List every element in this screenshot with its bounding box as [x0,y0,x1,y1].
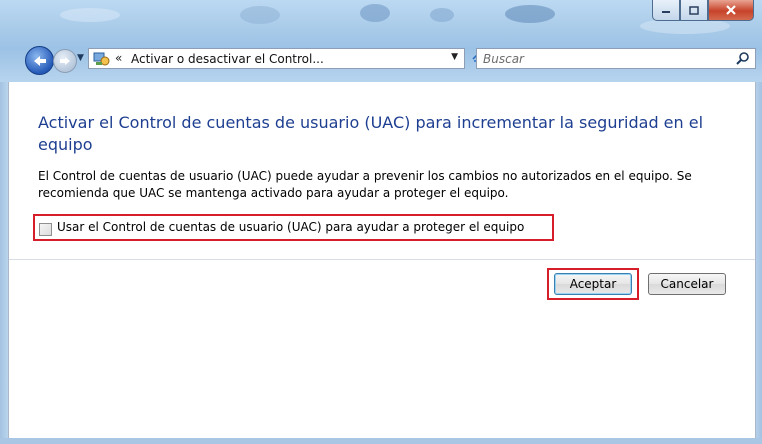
close-icon [726,5,736,15]
page-title: Activar el Control de cuentas de usuario… [38,113,704,154]
uac-checkbox-label[interactable]: Usar el Control de cuentas de usuario (U… [57,220,524,234]
back-button[interactable] [25,46,54,75]
aero-glass-decoration [60,8,120,22]
aero-glass-decoration [360,4,390,22]
close-button[interactable] [708,0,754,21]
window-frame-bottom [0,438,762,444]
search-box[interactable]: Buscar [476,48,756,69]
minimize-icon [662,11,670,13]
recent-pages-dropdown[interactable]: ▼ [77,53,84,63]
arrow-left-icon [33,55,46,66]
aero-glass-decoration [240,6,280,24]
address-toolbar: ▼ « Activar o desactivar el Control... ▼… [0,40,762,75]
cancel-button[interactable]: Cancelar [648,273,726,295]
content-pane: Activar el Control de cuentas de usuario… [8,82,756,438]
search-icon[interactable] [736,51,750,65]
ok-button[interactable]: Aceptar [554,273,632,295]
maximize-button[interactable] [680,0,708,21]
minimize-button[interactable] [652,0,680,21]
maximize-icon [689,5,699,15]
window-frame-left [0,82,8,438]
forward-button[interactable] [53,49,77,73]
address-path[interactable]: Activar o desactivar el Control... [131,52,324,66]
aero-glass-decoration [430,8,454,22]
uac-checkbox[interactable] [39,223,52,236]
divider [9,259,755,260]
caption-buttons [652,0,754,22]
control-panel-icon [93,52,110,66]
search-input[interactable]: Buscar [483,52,524,66]
address-bar[interactable]: « Activar o desactivar el Control... ▼ [88,48,465,69]
uac-checkbox-highlight: Usar el Control de cuentas de usuario (U… [33,214,554,241]
address-chevron[interactable]: « [115,51,122,65]
ok-button-highlight: Aceptar [547,268,639,300]
window-titlebar: ▼ « Activar o desactivar el Control... ▼… [0,0,762,82]
address-dropdown-icon[interactable]: ▼ [451,52,458,62]
arrow-right-icon [60,57,70,65]
aero-glass-decoration [505,5,555,23]
page-description: El Control de cuentas de usuario (UAC) p… [38,169,692,200]
